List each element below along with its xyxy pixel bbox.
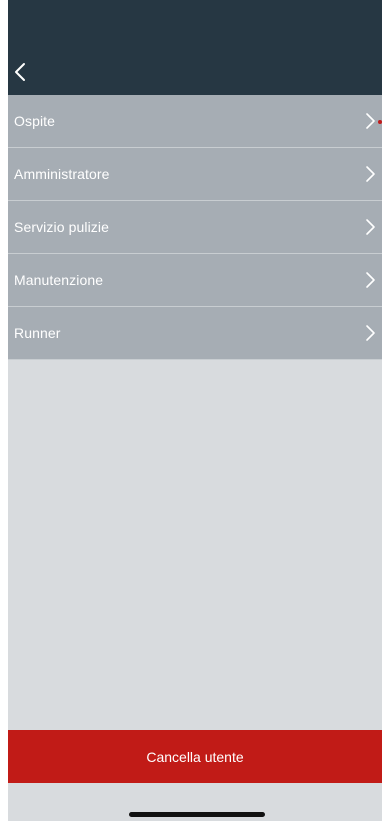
role-list: Ospite Amministratore Servizio pulizie M…: [0, 95, 382, 360]
empty-content-area: [0, 363, 382, 730]
chevron-right-icon: [366, 219, 375, 235]
screen: Ospite Amministratore Servizio pulizie M…: [0, 0, 382, 821]
list-item-label: Runner: [14, 325, 61, 341]
list-item-label: Manutenzione: [14, 272, 104, 288]
list-item-label: Servizio pulizie: [14, 219, 109, 235]
list-item-label: Amministratore: [14, 166, 110, 182]
navigation-header: [0, 0, 382, 95]
list-item-ospite[interactable]: Ospite: [0, 95, 382, 148]
list-item-runner[interactable]: Runner: [0, 307, 382, 360]
delete-user-button[interactable]: Cancella utente: [8, 730, 382, 783]
list-item-amministratore[interactable]: Amministratore: [0, 148, 382, 201]
chevron-right-icon: [366, 166, 375, 182]
list-item-label: Ospite: [14, 113, 56, 129]
notification-dot: [378, 120, 382, 124]
chevron-right-icon: [366, 272, 375, 288]
chevron-left-icon: [15, 63, 25, 81]
chevron-right-icon: [366, 325, 375, 341]
home-indicator[interactable]: [129, 812, 265, 817]
left-margin: [0, 0, 8, 821]
chevron-right-icon: [366, 113, 375, 129]
back-button[interactable]: [8, 58, 32, 86]
list-item-manutenzione[interactable]: Manutenzione: [0, 254, 382, 307]
list-item-servizio-pulizie[interactable]: Servizio pulizie: [0, 201, 382, 254]
